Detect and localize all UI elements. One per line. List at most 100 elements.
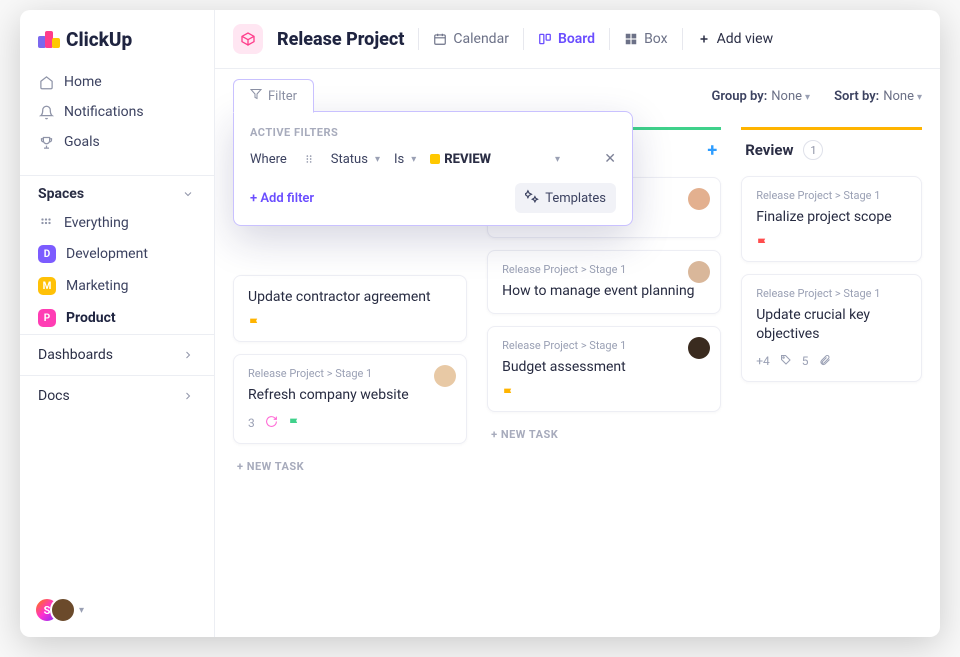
assignee-avatar bbox=[688, 337, 710, 359]
new-task-button[interactable]: + NEW TASK bbox=[233, 456, 467, 477]
filter-where-label: Where bbox=[250, 152, 287, 167]
brand-name: ClickUp bbox=[66, 28, 132, 51]
space-marketing[interactable]: M Marketing bbox=[20, 270, 214, 302]
view-box[interactable]: Box bbox=[624, 31, 668, 47]
filter-remove-button[interactable]: ✕ bbox=[604, 151, 616, 167]
primary-nav: Home Notifications Goals bbox=[20, 57, 214, 167]
new-task-button[interactable]: + NEW TASK bbox=[487, 424, 721, 445]
nav-goals[interactable]: Goals bbox=[26, 127, 208, 157]
brand-mark-icon bbox=[38, 31, 60, 48]
workspace-avatars[interactable]: S ▾ bbox=[20, 583, 214, 637]
chevron-down-icon: ▾ bbox=[79, 605, 84, 616]
space-marketing-badge: M bbox=[38, 277, 56, 295]
task-breadcrumb: Release Project > Stage 1 bbox=[756, 287, 907, 300]
separator bbox=[523, 28, 524, 50]
templates-button[interactable]: Templates bbox=[515, 183, 616, 213]
separator bbox=[682, 28, 683, 50]
space-development[interactable]: D Development bbox=[20, 238, 214, 270]
filter-popover-header: ACTIVE FILTERS bbox=[250, 126, 616, 139]
filter-value-select[interactable]: REVIEW bbox=[430, 152, 491, 167]
space-development-label: Development bbox=[66, 246, 148, 262]
chevron-down-icon: ▾ bbox=[375, 154, 380, 165]
home-icon bbox=[38, 74, 54, 90]
sortby-control[interactable]: Sort by:None▾ bbox=[834, 89, 922, 104]
flag-icon bbox=[288, 417, 300, 429]
attachment-count: 5 bbox=[802, 354, 809, 368]
filter-icon bbox=[250, 88, 262, 104]
task-title: How to manage event planning bbox=[502, 282, 706, 301]
filter-field-value: Status bbox=[331, 152, 368, 167]
space-marketing-label: Marketing bbox=[66, 278, 129, 294]
view-board[interactable]: Board bbox=[538, 31, 595, 47]
spaces-header[interactable]: Spaces bbox=[20, 175, 214, 208]
drag-handle-icon[interactable] bbox=[301, 151, 317, 167]
recurring-count: 3 bbox=[248, 416, 255, 430]
task-card[interactable]: Release Project > Stage 1 Update crucial… bbox=[741, 274, 922, 382]
assignee-avatar bbox=[688, 188, 710, 210]
filter-operator-select[interactable]: Is▾ bbox=[394, 152, 416, 167]
space-everything[interactable]: Everything bbox=[20, 208, 214, 238]
filter-button-label: Filter bbox=[268, 89, 297, 104]
view-calendar-label: Calendar bbox=[453, 31, 509, 47]
task-title: Update crucial key objectives bbox=[756, 306, 907, 344]
bell-icon bbox=[38, 104, 54, 120]
nav-goals-label: Goals bbox=[64, 134, 100, 150]
task-card[interactable]: Release Project > Stage 1 Refresh compan… bbox=[233, 354, 467, 444]
task-breadcrumb: Release Project > Stage 1 bbox=[756, 189, 907, 202]
assignee-avatar bbox=[434, 365, 456, 387]
board-icon bbox=[538, 32, 552, 46]
separator bbox=[609, 28, 610, 50]
project-icon bbox=[233, 24, 263, 54]
filter-popover: ACTIVE FILTERS Where Status▾ Is▾ REVIEW … bbox=[233, 111, 633, 226]
space-everything-label: Everything bbox=[64, 215, 129, 231]
sidebar: ClickUp Home Notifications Goals Spaces … bbox=[20, 10, 215, 637]
nav-docs[interactable]: Docs bbox=[20, 375, 214, 416]
flag-icon bbox=[248, 317, 260, 329]
task-title: Refresh company website bbox=[248, 386, 452, 405]
chevron-right-icon bbox=[180, 388, 196, 404]
nav-notifications-label: Notifications bbox=[64, 104, 144, 120]
spaces-header-label: Spaces bbox=[38, 186, 84, 202]
task-card[interactable]: Release Project > Stage 1 Finalize proje… bbox=[741, 176, 922, 262]
chevron-down-icon: ▾ bbox=[917, 92, 922, 103]
chevron-right-icon bbox=[180, 347, 196, 363]
groupby-control[interactable]: Group by:None▾ bbox=[712, 89, 811, 104]
column-header: Review 1 bbox=[741, 127, 922, 164]
board-column-review: Review 1 Release Project > Stage 1 Final… bbox=[741, 123, 922, 619]
everything-icon bbox=[38, 215, 54, 231]
avatar bbox=[50, 597, 76, 623]
filter-value-text: REVIEW bbox=[444, 152, 491, 167]
space-product-badge: P bbox=[38, 309, 56, 327]
assignee-avatar bbox=[688, 261, 710, 283]
add-view-button[interactable]: Add view bbox=[697, 31, 774, 47]
attachment-icon bbox=[819, 354, 831, 369]
space-product-label: Product bbox=[66, 310, 116, 326]
nav-notifications[interactable]: Notifications bbox=[26, 97, 208, 127]
filter-field-select[interactable]: Status ▾ bbox=[331, 152, 380, 167]
nav-dashboards-label: Dashboards bbox=[38, 347, 113, 363]
groupby-value: None bbox=[771, 89, 802, 104]
task-breadcrumb: Release Project > Stage 1 bbox=[248, 367, 452, 380]
chevron-down-icon[interactable]: ▾ bbox=[555, 154, 560, 165]
main: Release Project Calendar Board Box Add v… bbox=[215, 10, 940, 637]
task-title: Budget assessment bbox=[502, 358, 706, 377]
brand-logo: ClickUp bbox=[20, 10, 214, 57]
flag-icon bbox=[756, 237, 768, 249]
add-filter-button[interactable]: + Add filter bbox=[250, 191, 314, 206]
space-development-badge: D bbox=[38, 245, 56, 263]
filter-popover-footer: + Add filter Templates bbox=[250, 183, 616, 213]
nav-home[interactable]: Home bbox=[26, 67, 208, 97]
task-card[interactable]: Update contractor agreement bbox=[233, 275, 467, 342]
space-product[interactable]: P Product bbox=[20, 302, 214, 334]
add-task-button[interactable]: + bbox=[707, 140, 717, 161]
task-card[interactable]: Release Project > Stage 1 How to manage … bbox=[487, 250, 721, 314]
task-card[interactable]: Release Project > Stage 1 Budget assessm… bbox=[487, 326, 721, 412]
trophy-icon bbox=[38, 134, 54, 150]
view-box-label: Box bbox=[644, 31, 668, 47]
filter-operator-value: Is bbox=[394, 152, 404, 167]
tag-count: +4 bbox=[756, 354, 770, 368]
filter-button[interactable]: Filter bbox=[233, 79, 314, 113]
view-calendar[interactable]: Calendar bbox=[433, 31, 509, 47]
nav-dashboards[interactable]: Dashboards bbox=[20, 334, 214, 375]
column-count: 1 bbox=[803, 140, 823, 160]
